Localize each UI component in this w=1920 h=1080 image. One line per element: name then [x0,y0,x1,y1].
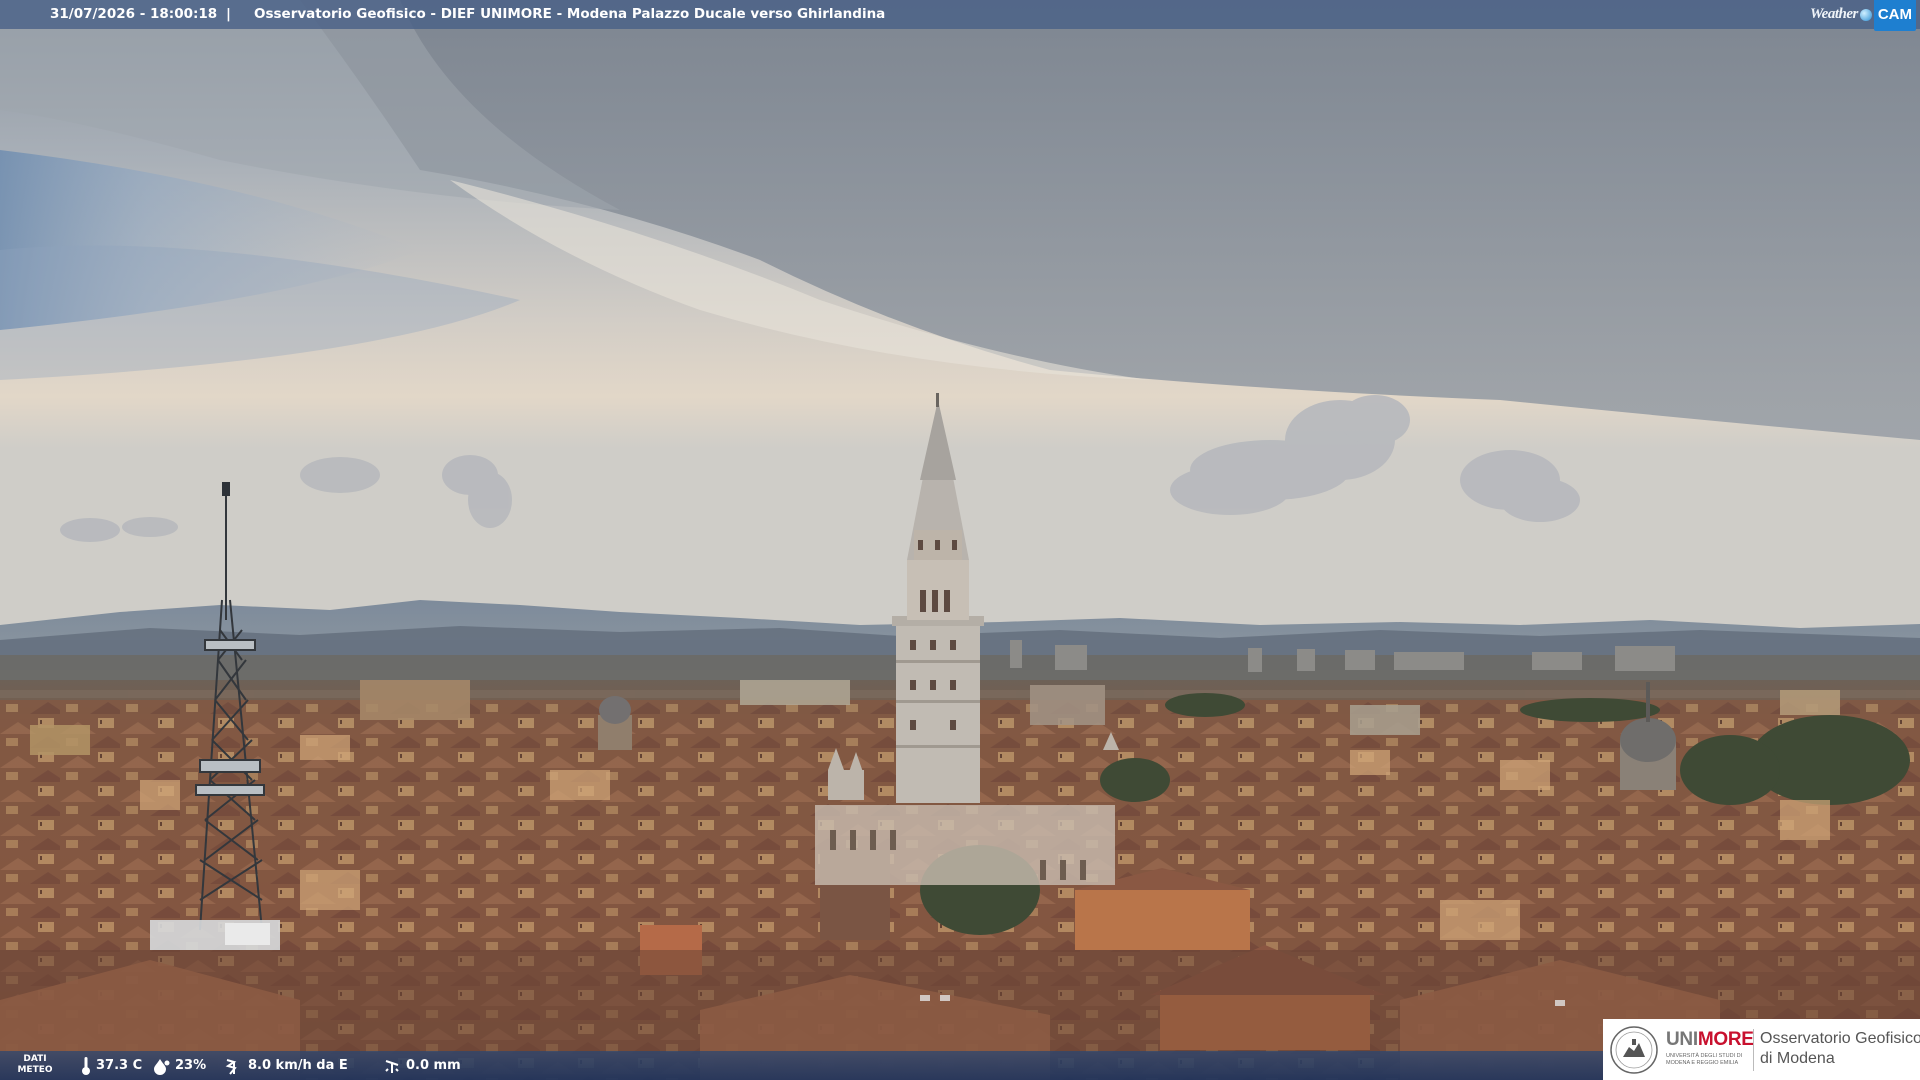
location-caption: Osservatorio Geofisico - DIEF UNIMORE - … [254,6,886,22]
wind-icon [225,1058,237,1075]
weathercam-logo: Weather CAM [1809,0,1920,31]
weathercam-logo-icon [1859,8,1872,21]
caption-separator: | [226,6,231,22]
observatory-name-line1: Osservatorio Geofisico [1760,1030,1920,1047]
caption-bar: 31/07/2026 - 18:00:18 | Osservatorio Geo… [0,0,1920,31]
observatory-name-line2: di Modena [1760,1050,1835,1067]
rain-value: 0.0 mm [406,1058,461,1073]
wind-value: 8.0 km/h da E [248,1058,348,1073]
webcam-image [0,0,1920,1080]
unimore-wordmark: UNIMORE [1666,1029,1754,1051]
meteo-label: DATI METEO [16,1054,54,1076]
wind-reading: 8.0 km/h da E [224,1051,348,1080]
humidity-value: 23% [175,1058,207,1073]
unimore-suffix: MORE [1697,1029,1754,1050]
unimore-subtitle: UNIVERSITÀ DEGLI STUDI DI MODENA E REGGI… [1666,1053,1743,1066]
thermometer-icon [82,1056,90,1075]
unimore-prefix: UNI [1666,1029,1698,1050]
meteo-label-line2: METEO [17,1065,53,1075]
unimore-logo-panel: UNIMORE UNIVERSITÀ DEGLI STUDI DI MODENA… [1603,1019,1920,1080]
humidity-drop-icon [154,1058,170,1075]
logo-divider [1753,1029,1754,1071]
unimore-seal-icon [1610,1026,1658,1074]
rain-reading: 0.0 mm [384,1051,461,1080]
temperature-value: 37.3 C [96,1058,143,1073]
brand-cam-badge: CAM [1873,0,1916,31]
humidity-reading: 23% [153,1051,206,1080]
rain-gauge-icon [385,1059,399,1073]
temperature-reading: 37.3 C [80,1051,142,1080]
timestamp: 31/07/2026 - 18:00:18 [50,6,218,22]
brand-weather-text: Weather [1809,6,1858,22]
meteo-label-line1: DATI [23,1054,47,1064]
